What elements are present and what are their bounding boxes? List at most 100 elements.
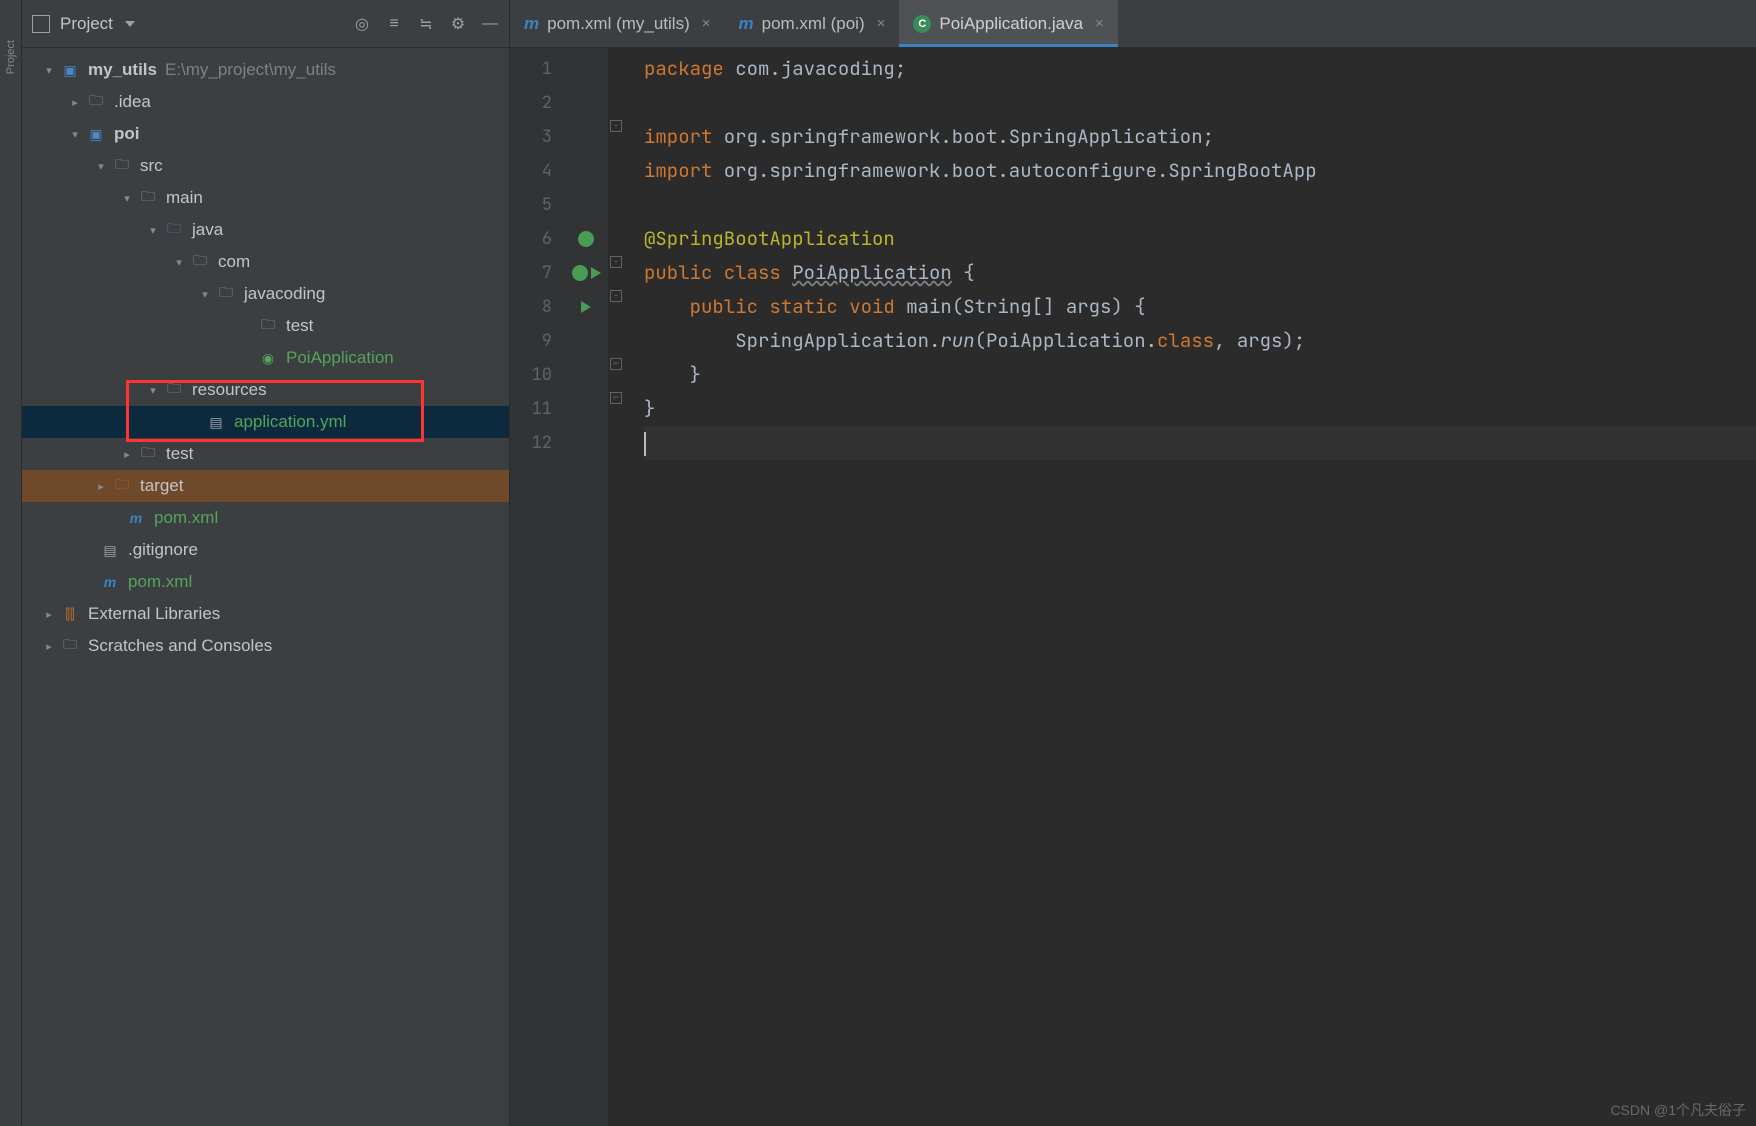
line-number: 6 — [510, 222, 552, 256]
panel-header-actions: ◎ ≡ ≒ ⚙ — — [353, 15, 499, 33]
tree-node-com[interactable]: 🗀 com — [22, 246, 509, 278]
node-label: test — [286, 316, 313, 336]
line-number-gutter[interactable]: 1 2 3 4 5 6 7 8 9 10 11 12 — [510, 48, 564, 1126]
tree-node-poiapplication[interactable]: ◉ PoiApplication — [22, 342, 509, 374]
tree-node-test-dir[interactable]: 🗀 test — [22, 438, 509, 470]
chevron-down-icon[interactable] — [42, 64, 56, 77]
line-number: 11 — [510, 392, 552, 426]
chevron-down-icon[interactable] — [68, 128, 82, 141]
gutter-icons — [564, 48, 608, 1126]
tree-node-poi[interactable]: ▣ poi — [22, 118, 509, 150]
code-token: org.springframework.boot.autoconfigure. — [712, 158, 1168, 183]
folder-icon: 🗀 — [138, 445, 158, 463]
libraries-icon: ⫿⫿ — [60, 605, 80, 623]
chevron-down-icon[interactable] — [94, 160, 108, 173]
chevron-down-icon[interactable] — [172, 256, 186, 269]
code-token: { — [952, 260, 975, 285]
chevron-right-icon[interactable] — [94, 480, 108, 493]
node-path: E:\my_project\my_utils — [165, 60, 336, 80]
tree-node-resources[interactable]: 🗀 resources — [22, 374, 509, 406]
line-number: 1 — [510, 52, 552, 86]
hide-icon[interactable]: — — [481, 15, 499, 33]
run-gutter-icon[interactable] — [564, 290, 608, 324]
tree-node-main[interactable]: 🗀 main — [22, 182, 509, 214]
panel-icon — [32, 15, 50, 33]
tree-node-pom-poi[interactable]: m pom.xml — [22, 502, 509, 534]
chevron-down-icon[interactable] — [120, 192, 134, 205]
line-number: 4 — [510, 154, 552, 188]
run-gutter-icon[interactable] — [564, 256, 608, 290]
panel-dropdown-icon[interactable] — [125, 21, 135, 27]
scratches-icon: 🗀 — [60, 637, 80, 655]
code-token: import — [644, 158, 712, 183]
spring-class-icon: ◉ — [258, 349, 278, 367]
folder-icon: 🗀 — [112, 157, 132, 175]
close-icon[interactable]: × — [1095, 15, 1104, 32]
code-editor[interactable]: 1 2 3 4 5 6 7 8 9 10 11 12 − − − ⌐ — [510, 48, 1756, 1126]
tree-node-scratches[interactable]: 🗀 Scratches and Consoles — [22, 630, 509, 662]
node-label: Scratches and Consoles — [88, 636, 272, 656]
line-number: 8 — [510, 290, 552, 324]
maven-file-icon: m — [739, 14, 754, 34]
editor-tabs: m pom.xml (my_utils) × m pom.xml (poi) ×… — [510, 0, 1756, 48]
spring-gutter-icon[interactable] — [564, 222, 608, 256]
tree-node-external-libs[interactable]: ⫿⫿ External Libraries — [22, 598, 509, 630]
tree-node-java[interactable]: 🗀 java — [22, 214, 509, 246]
chevron-right-icon[interactable] — [68, 96, 82, 109]
close-icon[interactable]: × — [702, 15, 711, 32]
fold-icon[interactable]: − — [610, 120, 622, 132]
locate-icon[interactable]: ◎ — [353, 15, 371, 33]
tree-node-target[interactable]: 🗀 target — [22, 470, 509, 502]
tab-pom-poi[interactable]: m pom.xml (poi) × — [725, 0, 900, 47]
node-label: pom.xml — [154, 508, 218, 528]
tree-node-test-pkg[interactable]: 🗀 test — [22, 310, 509, 342]
chevron-down-icon[interactable] — [146, 224, 160, 237]
fold-icon[interactable]: − — [610, 290, 622, 302]
chevron-right-icon[interactable] — [42, 640, 56, 653]
chevron-down-icon[interactable] — [198, 288, 212, 301]
chevron-right-icon[interactable] — [120, 448, 134, 461]
code-token: run — [940, 328, 974, 353]
node-label: test — [166, 444, 193, 464]
collapse-all-icon[interactable]: ≒ — [417, 15, 435, 33]
module-icon: ▣ — [60, 61, 80, 79]
node-label: src — [140, 156, 163, 176]
node-label: .gitignore — [128, 540, 198, 560]
node-label: main — [166, 188, 203, 208]
node-label: poi — [114, 124, 140, 144]
node-label: resources — [192, 380, 267, 400]
fold-end-icon[interactable]: ⌐ — [610, 392, 622, 404]
fold-icon[interactable]: − — [610, 256, 622, 268]
tab-pom-myutils[interactable]: m pom.xml (my_utils) × — [510, 0, 725, 47]
code-token: } — [644, 396, 655, 421]
code-token: com.javacoding; — [724, 56, 906, 81]
tree-node-pom-root[interactable]: m pom.xml — [22, 566, 509, 598]
project-tab-vertical[interactable]: Project — [5, 40, 17, 74]
tree-node-gitignore[interactable]: ▤ .gitignore — [22, 534, 509, 566]
tree-node-javacoding[interactable]: 🗀 javacoding — [22, 278, 509, 310]
tree-node-src[interactable]: 🗀 src — [22, 150, 509, 182]
expand-all-icon[interactable]: ≡ — [385, 15, 403, 33]
module-icon: ▣ — [86, 125, 106, 143]
chevron-right-icon[interactable] — [42, 608, 56, 621]
tree-node-idea[interactable]: 🗀 .idea — [22, 86, 509, 118]
code-token: class — [1157, 328, 1214, 353]
code-token: , args); — [1214, 328, 1305, 353]
project-panel: Project ◎ ≡ ≒ ⚙ — ▣ my_utils E:\my_proje… — [22, 0, 510, 1126]
tree-node-application-yml[interactable]: ▤ application.yml — [22, 406, 509, 438]
package-icon: 🗀 — [216, 285, 236, 303]
left-tool-rail[interactable]: Project — [0, 0, 22, 1126]
close-icon[interactable]: × — [877, 15, 886, 32]
chevron-down-icon[interactable] — [146, 384, 160, 397]
project-tree[interactable]: ▣ my_utils E:\my_project\my_utils 🗀 .ide… — [22, 48, 509, 1126]
settings-icon[interactable]: ⚙ — [449, 15, 467, 33]
fold-end-icon[interactable]: ⌐ — [610, 358, 622, 370]
tree-node-root[interactable]: ▣ my_utils E:\my_project\my_utils — [22, 54, 509, 86]
node-label: com — [218, 252, 250, 272]
code-token: main(String[] args) { — [895, 294, 1146, 319]
file-icon: ▤ — [100, 541, 120, 559]
tab-poiapplication[interactable]: C PoiApplication.java × — [899, 0, 1117, 47]
package-icon: 🗀 — [190, 253, 210, 271]
code-content[interactable]: package com.javacoding; import org.sprin… — [624, 48, 1756, 1126]
folder-icon: 🗀 — [86, 93, 106, 111]
